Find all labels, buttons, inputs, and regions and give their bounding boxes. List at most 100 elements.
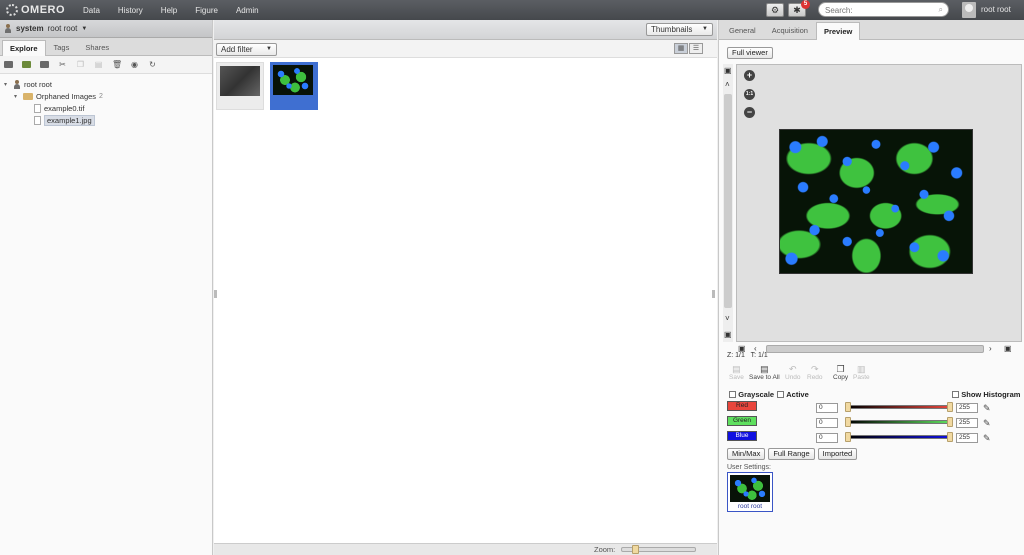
nav-history[interactable]: History <box>118 6 143 15</box>
save-all-icon: ▤ <box>760 364 769 374</box>
caret-down-icon[interactable]: ▾ <box>4 81 10 88</box>
left-splitter-handle[interactable] <box>214 290 217 298</box>
color-picker-icon[interactable]: ✎ <box>983 433 991 444</box>
channel-green-max[interactable]: 255 <box>956 418 978 428</box>
channel-green-slider[interactable] <box>845 417 953 427</box>
zoom-in-button[interactable]: + <box>744 70 755 81</box>
channel-red-max[interactable]: 255 <box>956 403 978 413</box>
image-file-icon <box>34 115 41 125</box>
channel-blue-end-handle[interactable] <box>947 432 953 442</box>
tab-tags[interactable]: Tags <box>46 39 78 55</box>
channel-red-slider[interactable] <box>845 402 953 412</box>
z-scroll-track[interactable] <box>724 94 732 308</box>
chevron-right-icon[interactable]: › <box>989 344 992 353</box>
imported-button[interactable]: Imported <box>817 448 858 460</box>
nav-figure[interactable]: Figure <box>195 6 218 15</box>
user-menu[interactable]: root root <box>981 5 1011 14</box>
zoom-slider[interactable] <box>621 545 696 554</box>
delete-icon[interactable]: 🗑 <box>112 60 122 69</box>
channel-red-end-handle[interactable] <box>947 402 953 412</box>
full-range-button[interactable]: Full Range <box>768 448 815 460</box>
full-viewer-button[interactable]: Full viewer <box>727 47 773 59</box>
new-screen-icon[interactable] <box>40 61 49 68</box>
redo-button[interactable]: ↷ Redo <box>807 364 823 381</box>
color-picker-icon[interactable]: ✎ <box>983 418 991 429</box>
save-to-all-button[interactable]: ▤ Save to All <box>749 364 780 381</box>
list-view-button[interactable]: ☰ <box>689 43 703 54</box>
channel-red-min[interactable]: 0 <box>816 403 838 413</box>
z-scrollbar[interactable]: ▣ ˄ ˅ ▣ <box>723 64 733 342</box>
globe-icon[interactable]: ◉ <box>130 60 139 69</box>
save-button[interactable]: ▤ Save <box>729 364 744 381</box>
t-scroll-track[interactable] <box>766 345 984 353</box>
channel-green-start-handle[interactable] <box>845 417 851 427</box>
copy-icon[interactable]: ❐ <box>76 60 85 69</box>
omero-logo-icon <box>6 4 18 16</box>
channel-blue-button[interactable]: Blue <box>727 431 757 441</box>
color-picker-icon[interactable]: ✎ <box>983 403 991 414</box>
thumbnail-example1-selected[interactable] <box>270 62 318 110</box>
channel-green-button[interactable]: Green <box>727 416 757 426</box>
nav-admin[interactable]: Admin <box>236 6 259 15</box>
chevron-down-icon[interactable]: ˅ <box>725 314 730 323</box>
t-scrollbar[interactable]: ▣ ‹ › ▣ <box>736 344 1022 354</box>
view-mode-select[interactable]: Thumbnails ▼ <box>646 23 713 36</box>
tab-preview[interactable]: Preview <box>815 22 861 40</box>
grid-view-button[interactable]: ▦ <box>674 43 688 54</box>
channel-red-start-handle[interactable] <box>845 402 851 412</box>
tab-acquisition[interactable]: Acquisition <box>764 21 816 39</box>
grayscale-checkbox[interactable] <box>729 391 736 399</box>
search-icon[interactable]: ⌕ <box>939 5 943 15</box>
chevron-up-icon[interactable]: ˄ <box>725 80 730 89</box>
zoom-slider-handle[interactable] <box>632 545 640 554</box>
caret-down-icon[interactable]: ▾ <box>14 93 20 100</box>
user-settings-thumbnail[interactable]: root root <box>727 472 773 512</box>
channel-blue-min[interactable]: 0 <box>816 433 838 443</box>
search-input[interactable] <box>825 5 925 15</box>
t-last-icon[interactable]: ▣ <box>1004 344 1012 353</box>
tree-item-root[interactable]: ▾ root root <box>4 78 208 90</box>
tree-item-image-selected[interactable]: example1.jpg <box>4 114 208 126</box>
channel-red-button[interactable]: Red <box>727 401 757 411</box>
add-filter-select[interactable]: Add filter ▼ <box>216 43 277 56</box>
nav-data[interactable]: Data <box>83 6 100 15</box>
paste-settings-button[interactable]: ▥ Paste <box>853 364 870 381</box>
histogram-checkbox[interactable] <box>952 391 959 399</box>
tree-item-orphaned[interactable]: ▾ Orphaned Images 2 <box>4 90 208 102</box>
min-max-button[interactable]: Min/Max <box>727 448 766 460</box>
histogram-toggle[interactable]: Show Histogram <box>952 390 1020 399</box>
channel-blue-max[interactable]: 255 <box>956 433 978 443</box>
channel-green-min[interactable]: 0 <box>816 418 838 428</box>
new-project-icon[interactable] <box>4 61 13 68</box>
channel-green-end-handle[interactable] <box>947 417 953 427</box>
image-viewer[interactable]: + 1:1 − <box>736 64 1022 342</box>
zoom-out-button[interactable]: − <box>744 107 755 118</box>
new-dataset-icon[interactable] <box>22 61 31 68</box>
tree-item-image[interactable]: example0.tif <box>4 102 208 114</box>
omero-logo[interactable]: OMERO <box>6 3 65 17</box>
active-toggle[interactable]: Active <box>777 390 809 399</box>
preview-image[interactable] <box>779 129 973 274</box>
copy-settings-button[interactable]: ❐ Copy <box>833 364 848 381</box>
z-top-icon[interactable]: ▣ <box>724 66 732 75</box>
channel-blue-start-handle[interactable] <box>845 432 851 442</box>
refresh-icon[interactable]: ↻ <box>148 60 157 69</box>
settings-button[interactable]: ⚙ <box>766 3 784 17</box>
tab-shares[interactable]: Shares <box>77 39 117 55</box>
paste-icon[interactable]: ▤ <box>94 60 103 69</box>
right-splitter-handle[interactable] <box>712 290 715 298</box>
thumbnail-example0[interactable] <box>216 62 264 110</box>
grayscale-toggle[interactable]: Grayscale <box>729 390 774 399</box>
tab-general[interactable]: General <box>721 21 764 39</box>
cut-icon[interactable]: ✂ <box>58 60 67 69</box>
tab-explore[interactable]: Explore <box>2 40 46 56</box>
user-avatar[interactable] <box>962 2 976 18</box>
group-switcher[interactable]: system root root ▼ <box>0 20 212 38</box>
channel-blue-slider[interactable] <box>845 432 953 442</box>
z-bottom-icon[interactable]: ▣ <box>724 330 732 339</box>
nav-help[interactable]: Help <box>161 6 177 15</box>
activities-button[interactable]: ✱ 5 <box>788 0 810 17</box>
zoom-reset-button[interactable]: 1:1 <box>744 89 755 100</box>
undo-button[interactable]: ↶ Undo <box>785 364 801 381</box>
active-checkbox[interactable] <box>777 391 784 399</box>
